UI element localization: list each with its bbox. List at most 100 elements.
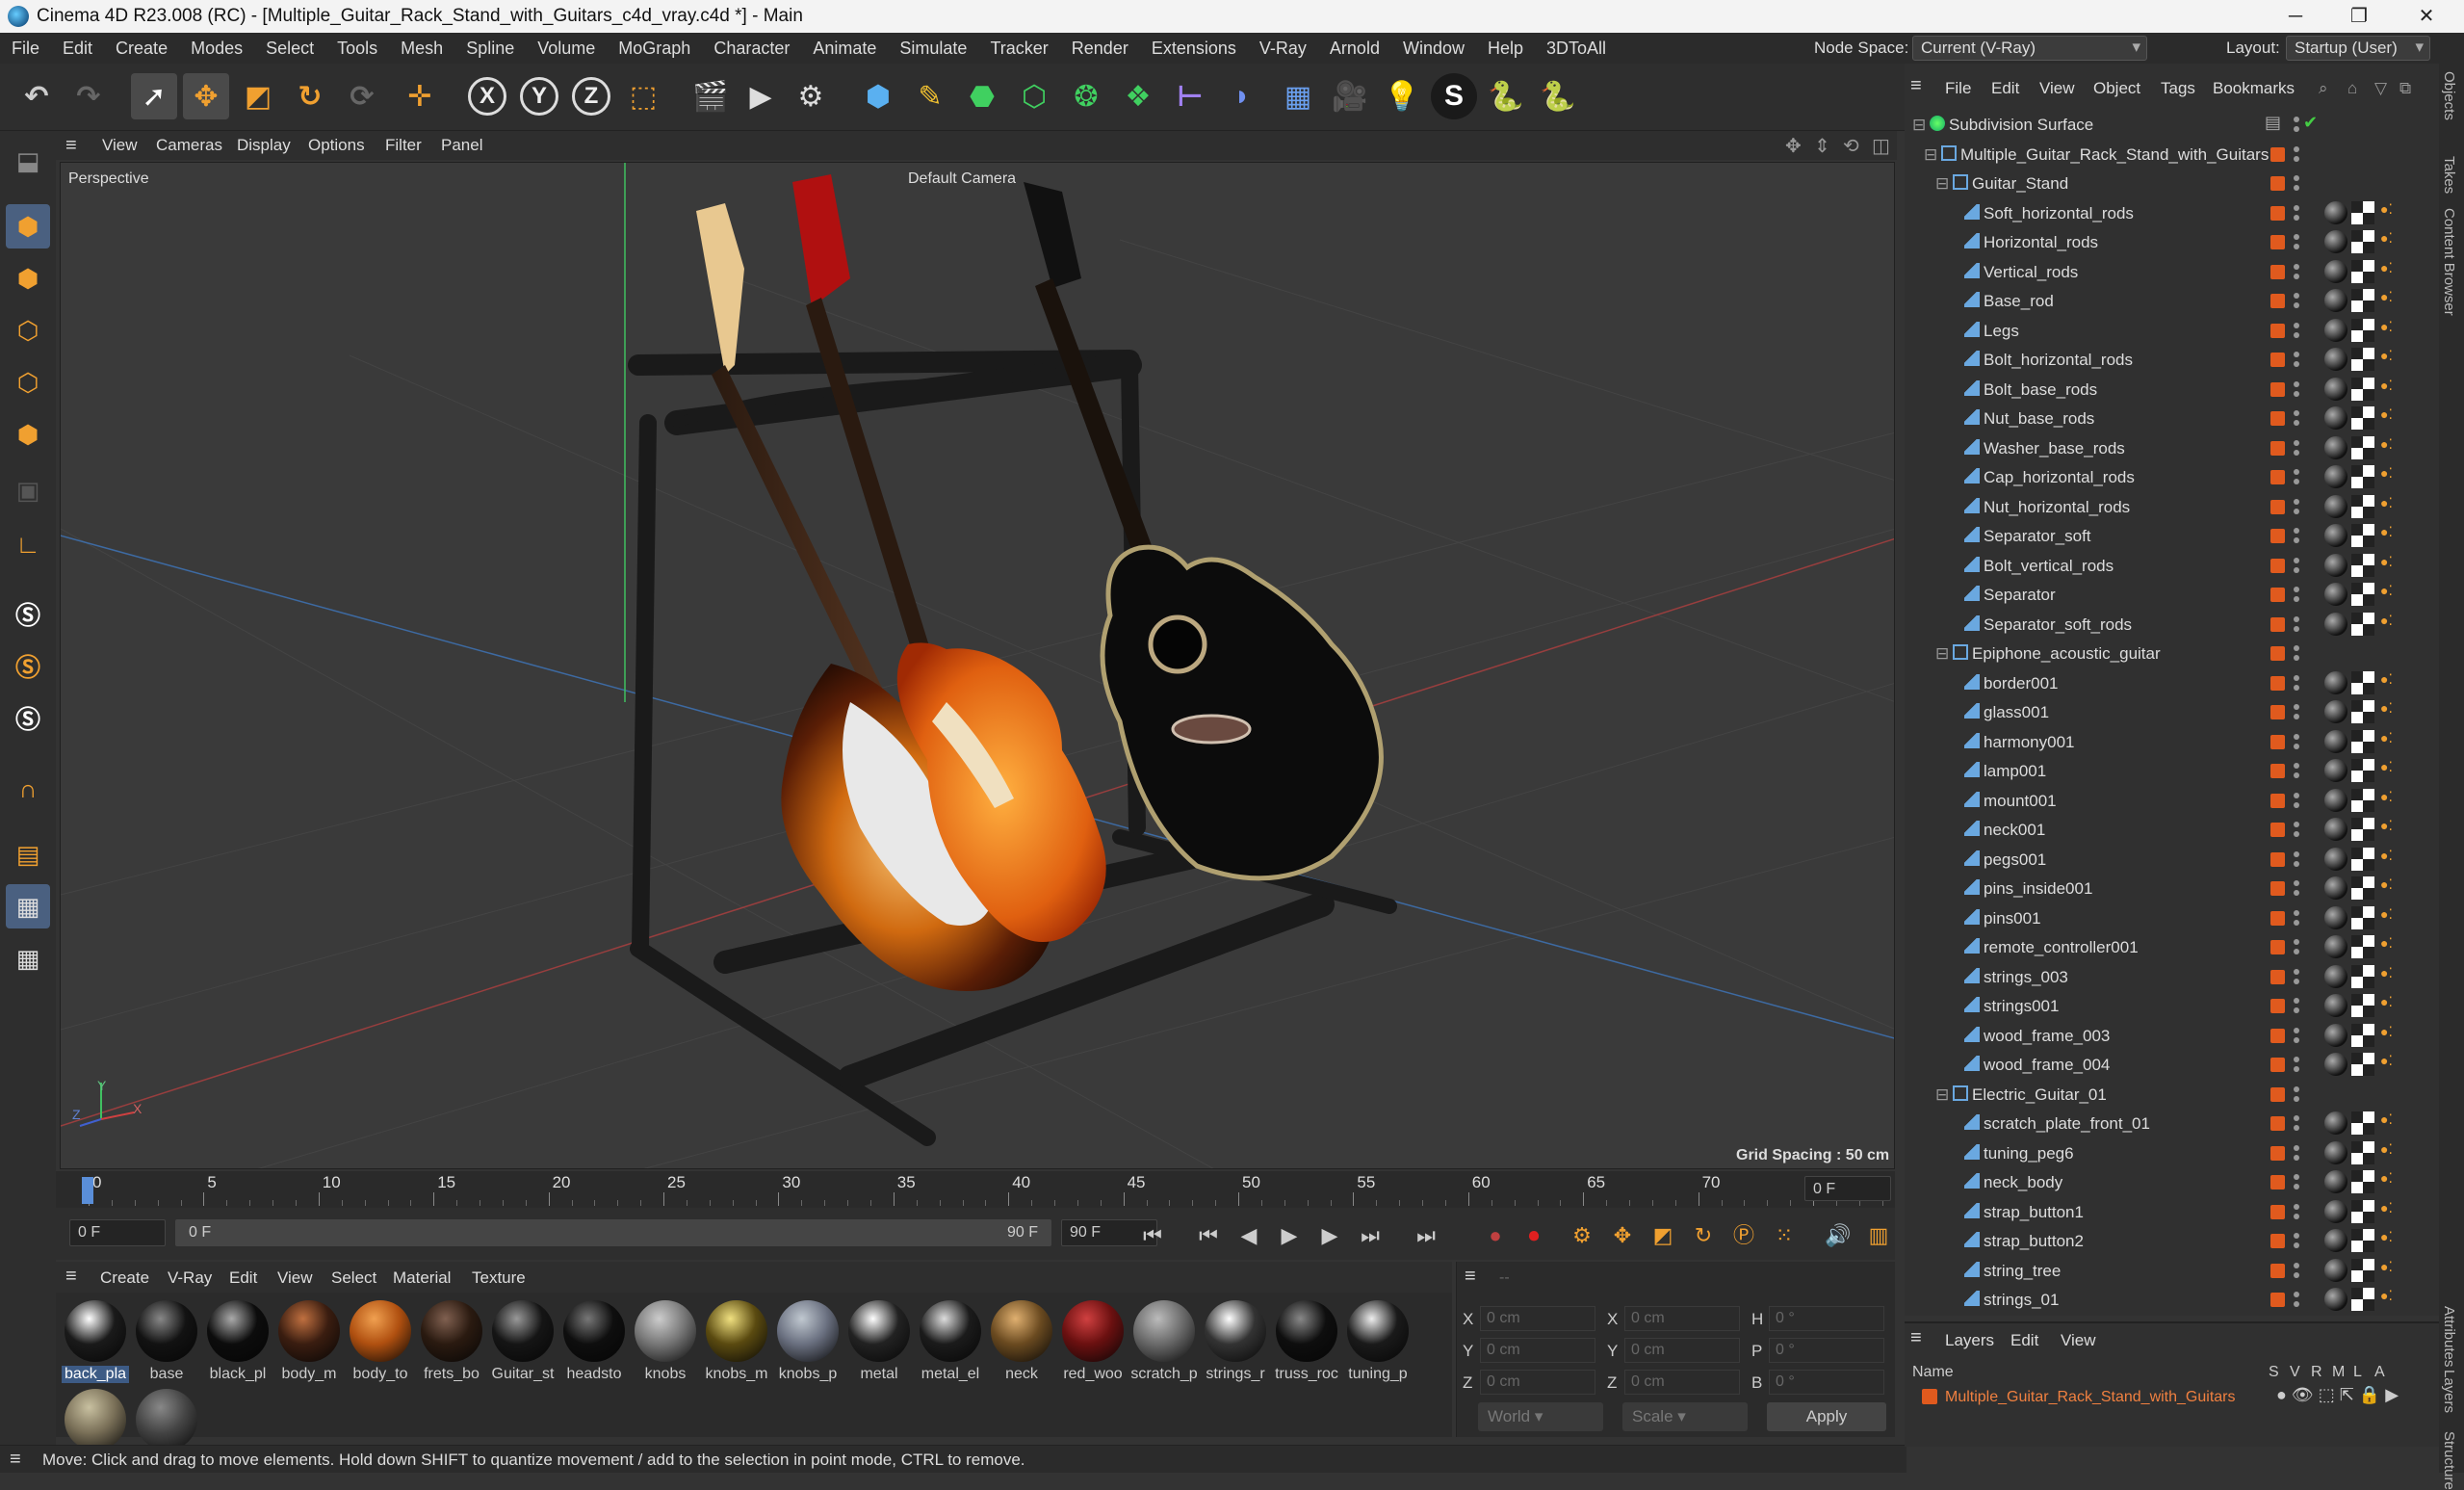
visibility-dots-icon[interactable] (2294, 850, 2299, 869)
object-row[interactable]: remote_controller001 ●⁚ (1905, 932, 2429, 961)
material-menu-vray[interactable]: V-Ray (168, 1268, 212, 1288)
texture-tag-icon[interactable] (2351, 1199, 2374, 1223)
pen-tool-button[interactable]: ✎ (907, 73, 953, 119)
visibility-dots-icon[interactable] (2294, 262, 2299, 281)
object-home-icon[interactable]: ⌂ (2347, 79, 2357, 98)
coord-mode-select[interactable]: World ▾ (1478, 1402, 1603, 1431)
key-scale-button[interactable]: ◩ (1647, 1219, 1679, 1252)
texture-tag-icon[interactable] (2351, 318, 2374, 342)
menu-select[interactable]: Select (254, 39, 325, 59)
layers-menu-layers[interactable]: Layers (1945, 1331, 1994, 1350)
viewport-pan-icon[interactable]: ✥ (1785, 134, 1802, 158)
visibility-dots-icon[interactable] (2294, 1290, 2299, 1309)
object-row[interactable]: ⊟ Subdivision Surface ▤ ✔ (1905, 110, 2429, 139)
material-tag-icon[interactable] (2324, 1111, 2347, 1135)
object-row[interactable]: string_tree ●⁚ (1905, 1256, 2429, 1285)
material-hamburger-icon[interactable]: ≡ (65, 1266, 77, 1288)
phong-tag-icon[interactable]: ●⁚ (2380, 1053, 2403, 1076)
texture-tag-icon[interactable] (2351, 435, 2374, 459)
visibility-dots-icon[interactable] (2294, 1231, 2299, 1250)
material-menu-texture[interactable]: Texture (472, 1268, 526, 1288)
polygon-mode-button[interactable]: ⬢ (6, 412, 50, 457)
layer-color-icon[interactable] (2270, 176, 2285, 191)
layer-color-icon[interactable] (2270, 881, 2285, 896)
previous-frame-button[interactable]: ◀ (1232, 1219, 1265, 1252)
material-swatch[interactable]: black_pl (204, 1300, 272, 1387)
layer-color-icon[interactable] (2270, 646, 2285, 661)
coordinate-system-button[interactable]: ⬚ (620, 73, 666, 119)
fold-toggle-icon[interactable]: ⊟ (1935, 644, 1949, 664)
layer-color-icon[interactable] (2270, 705, 2285, 719)
key-rotation-button[interactable]: ↻ (1687, 1219, 1720, 1252)
recent-tool-button[interactable]: ⟳ (339, 73, 385, 119)
visibility-dots-icon[interactable] (2294, 967, 2299, 986)
object-menu-view[interactable]: View (2039, 79, 2075, 98)
menu-modes[interactable]: Modes (179, 39, 254, 59)
next-key-button[interactable]: ⏭ (1354, 1219, 1387, 1252)
menu-mesh[interactable]: Mesh (389, 39, 454, 59)
texture-tag-icon[interactable] (2351, 670, 2374, 694)
object-row[interactable]: pins_inside001 ●⁚ (1905, 874, 2429, 902)
key-parameter-button[interactable]: Ⓟ (1727, 1219, 1760, 1252)
material-tag-icon[interactable] (2324, 818, 2347, 841)
phong-tag-icon[interactable]: ●⁚ (2380, 201, 2403, 224)
material-tag-icon[interactable] (2324, 847, 2347, 871)
edge-mode-button[interactable]: ⬡ (6, 360, 50, 405)
visibility-dots-icon[interactable] (2294, 350, 2299, 369)
magnet-button[interactable]: ∩ (6, 767, 50, 811)
phong-tag-icon[interactable]: ●⁚ (2380, 906, 2403, 929)
material-tag-icon[interactable] (2324, 670, 2347, 694)
menu-tracker[interactable]: Tracker (978, 39, 1059, 59)
material-tag-icon[interactable] (2324, 876, 2347, 900)
visibility-dots-icon[interactable] (2294, 908, 2299, 928)
material-tag-icon[interactable] (2324, 700, 2347, 723)
layer-column-m[interactable]: M (2332, 1364, 2345, 1381)
visibility-dots-icon[interactable] (2294, 761, 2299, 780)
timeline-playhead[interactable] (82, 1177, 93, 1204)
layers-menu-view[interactable]: View (2061, 1331, 2096, 1350)
status-hamburger-icon[interactable]: ≡ (10, 1449, 21, 1471)
layer-color-icon[interactable] (2270, 851, 2285, 867)
visibility-dots-icon[interactable] (2294, 1172, 2299, 1191)
phong-tag-icon[interactable]: ●⁚ (2380, 260, 2403, 283)
material-menu-create[interactable]: Create (100, 1268, 149, 1288)
3d-viewport[interactable]: Perspective Default Camera Grid Spacing … (60, 162, 1895, 1169)
x-axis-lock-button[interactable]: X (468, 77, 506, 116)
material-swatch[interactable]: knobs_p (774, 1300, 842, 1387)
layer-color-icon[interactable] (2270, 1293, 2285, 1307)
material-tag-icon[interactable] (2324, 1229, 2347, 1252)
visibility-dots-icon[interactable] (2294, 1261, 2299, 1280)
visibility-dots-icon[interactable] (2294, 1085, 2299, 1104)
menu-render[interactable]: Render (1060, 39, 1140, 59)
material-tag-icon[interactable] (2324, 494, 2347, 518)
material-tag-icon[interactable] (2324, 289, 2347, 312)
python-script-button-1[interactable]: 🐍 (1483, 73, 1529, 119)
material-tag-icon[interactable] (2324, 729, 2347, 753)
material-tag-icon[interactable] (2324, 612, 2347, 636)
timeline-settings-button[interactable]: ▥ (1862, 1219, 1895, 1252)
workplane-button[interactable]: ▤ (6, 832, 50, 876)
object-row[interactable]: neck_body ●⁚ (1905, 1167, 2429, 1196)
phong-tag-icon[interactable]: ●⁚ (2380, 876, 2403, 900)
uv-mode-button[interactable]: ▣ (6, 468, 50, 512)
keyframe-selection-button[interactable]: ⚙ (1566, 1219, 1598, 1252)
viewport-menu-display[interactable]: Display (237, 136, 291, 155)
move-tool-button[interactable]: ✥ (183, 73, 229, 119)
texture-tag-icon[interactable] (2351, 1170, 2374, 1193)
material-swatch[interactable]: neck (988, 1300, 1055, 1387)
visibility-dots-icon[interactable] (2294, 732, 2299, 751)
phong-tag-icon[interactable]: ●⁚ (2380, 495, 2403, 518)
texture-tag-icon[interactable] (2351, 348, 2374, 371)
object-menu-object[interactable]: Object (2093, 79, 2140, 98)
texture-tag-icon[interactable] (2351, 230, 2374, 253)
texture-tag-icon[interactable] (2351, 377, 2374, 401)
phong-tag-icon[interactable]: ●⁚ (2380, 700, 2403, 723)
texture-tag-icon[interactable] (2351, 1111, 2374, 1135)
layer-color-icon[interactable] (2270, 1234, 2285, 1248)
object-row[interactable]: Bolt_base_rods ●⁚ (1905, 375, 2429, 404)
texture-tag-icon[interactable] (2351, 200, 2374, 224)
quantize-button[interactable]: Ⓢ (6, 695, 50, 740)
timeline-ruler[interactable]: 051015202530354045505560657075808590 0 F (56, 1171, 2180, 1208)
viewport-maximize-icon[interactable]: ◫ (1872, 134, 1890, 158)
snap-settings-button[interactable]: Ⓢ (6, 643, 50, 688)
